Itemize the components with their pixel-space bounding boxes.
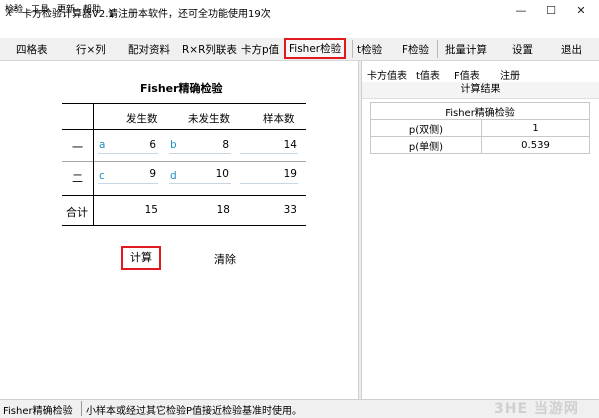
- table-row: p(单侧) 0.539: [370, 136, 590, 154]
- calculate-button[interactable]: 计算: [121, 246, 161, 270]
- menu-item-update[interactable]: 更新: [57, 2, 75, 15]
- table-top-rule: [62, 103, 306, 104]
- row-1-total-underline: [240, 153, 298, 154]
- total-row-label: 合计: [66, 206, 88, 219]
- toolbar-settings[interactable]: 设置: [512, 42, 533, 57]
- input-a[interactable]: 6: [108, 139, 156, 151]
- close-button[interactable]: ✕: [566, 0, 596, 22]
- total-not-occurred: 18: [216, 204, 230, 216]
- toolbar-row-by-column[interactable]: 行×列: [76, 42, 106, 57]
- fisher-input-panel: [0, 61, 358, 399]
- table-row: p(双侧) 1: [370, 119, 590, 137]
- site-watermark: 3HE 当游网: [494, 401, 579, 417]
- table-row-divider: [62, 161, 306, 162]
- maximize-button[interactable]: ☐: [536, 0, 566, 22]
- clear-button[interactable]: 清除: [214, 251, 236, 267]
- tab-register[interactable]: 注册: [500, 67, 520, 82]
- tab-t-table[interactable]: t值表: [416, 67, 440, 82]
- row-1-total: 14: [283, 139, 297, 151]
- toolbar-separator: [352, 40, 353, 58]
- input-d-underline: [169, 183, 231, 184]
- result-table-title: Fisher精确检验: [370, 102, 590, 120]
- toolbar-batch-calc[interactable]: 批量计算: [445, 42, 487, 57]
- status-message: 小样本或经过其它检验P值接近检验基准时使用。: [86, 406, 303, 417]
- input-b-underline: [169, 153, 231, 154]
- toolbar-separator: [437, 40, 438, 58]
- result-value: 0.539: [481, 136, 590, 154]
- menu-bar: [0, 22, 599, 38]
- table-label-column-rule: [93, 103, 94, 225]
- header-not-occurred: 未发生数: [188, 113, 230, 125]
- toolbar-chi-p-value[interactable]: 卡方p值: [241, 42, 279, 57]
- row-2-total-underline: [240, 183, 298, 184]
- registration-note: 请注册本软件，还可全功能使用19次: [108, 9, 271, 20]
- cell-letter-c: c: [99, 170, 105, 182]
- row-2-total: 19: [283, 168, 297, 180]
- input-c[interactable]: 9: [108, 168, 156, 180]
- cell-letter-a: a: [99, 139, 106, 151]
- table-bottom-rule: [62, 225, 306, 226]
- input-a-underline: [98, 153, 158, 154]
- toolbar-fourfold-table[interactable]: 四格表: [16, 42, 48, 57]
- result-label: p(双侧): [370, 119, 482, 137]
- toolbar-t-test[interactable]: t检验: [357, 42, 382, 57]
- table-header-rule: [62, 129, 306, 130]
- header-sample-size: 样本数: [263, 113, 295, 125]
- menu-item-test[interactable]: 检验: [5, 2, 23, 15]
- result-label: p(单侧): [370, 136, 482, 154]
- panel-heading: Fisher精确检验: [140, 82, 223, 95]
- status-separator: [81, 401, 82, 416]
- header-occurred: 发生数: [126, 113, 158, 125]
- grand-total: 33: [283, 204, 297, 216]
- toolbar-rxr-table[interactable]: R×R列联表: [182, 42, 237, 57]
- toolbar-fisher-test[interactable]: Fisher检验: [284, 38, 347, 59]
- cell-letter-d: d: [170, 170, 177, 182]
- result-value: 1: [481, 119, 590, 137]
- result-table: Fisher精确检验 p(双侧) 1 p(单侧) 0.539: [370, 102, 590, 154]
- toolbar-f-test[interactable]: F检验: [402, 42, 429, 57]
- row-label-group-2: 二: [72, 172, 83, 185]
- result-caption: 计算结果: [362, 82, 599, 99]
- menu-item-tools[interactable]: 工具: [31, 2, 49, 15]
- tab-chi-square-table[interactable]: 卡方值表: [367, 67, 407, 82]
- input-c-underline: [98, 183, 158, 184]
- menu-item-help[interactable]: 帮助: [83, 2, 101, 15]
- total-occurred: 15: [144, 204, 158, 216]
- input-d[interactable]: 10: [181, 168, 229, 180]
- minimize-button[interactable]: —: [506, 0, 536, 22]
- cell-letter-b: b: [170, 139, 177, 151]
- tab-f-table[interactable]: F值表: [454, 67, 480, 82]
- status-mode: Fisher精确检验: [3, 406, 73, 417]
- table-total-rule: [62, 195, 306, 196]
- input-b[interactable]: 8: [181, 139, 229, 151]
- row-label-group-1: 一: [72, 141, 83, 154]
- toolbar-exit[interactable]: 退出: [561, 42, 582, 57]
- toolbar-paired-data[interactable]: 配对资料: [128, 42, 170, 57]
